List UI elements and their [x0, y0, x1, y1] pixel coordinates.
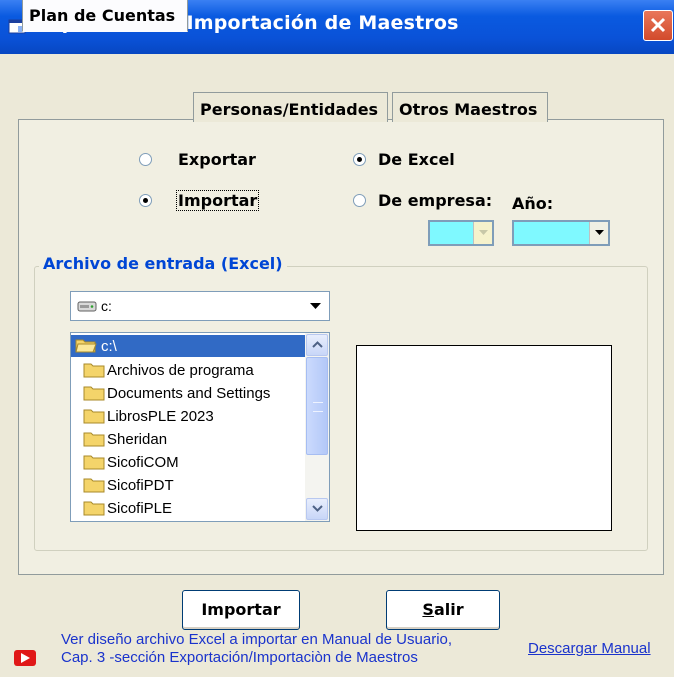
directory-item-root[interactable]: c:\ — [71, 335, 305, 357]
directory-name: LibrosPLE 2023 — [107, 408, 214, 425]
hard-drive-icon — [77, 299, 97, 318]
folder-icon — [83, 361, 105, 382]
salir-button[interactable]: Salir — [386, 590, 500, 630]
directory-item[interactable]: SicofiPLE — [71, 497, 305, 519]
importar-button[interactable]: Importar — [182, 590, 300, 630]
directory-name: Archivos de programa — [107, 362, 254, 379]
de-excel-label[interactable]: De Excel — [378, 150, 455, 169]
directory-name: Sheridan — [107, 431, 168, 448]
help-line-1: Ver diseño archivo Excel a importar en M… — [61, 631, 453, 648]
salir-label-rest: alir — [433, 600, 464, 619]
directory-scrollbar[interactable] — [305, 333, 329, 521]
tab-plan-de-cuentas[interactable]: Plan de Cuentas — [22, 0, 188, 32]
close-icon — [650, 17, 666, 33]
chevron-down-icon — [310, 303, 321, 309]
chevron-down-icon — [595, 230, 604, 235]
directory-item[interactable]: Documents and Settings — [71, 382, 305, 404]
scroll-grip — [313, 402, 323, 412]
drive-dropdown-button[interactable] — [305, 294, 327, 318]
exportar-label[interactable]: Exportar — [178, 150, 256, 169]
directory-item[interactable]: LibrosPLE 2023 — [71, 405, 305, 427]
tab-personas-entidades[interactable]: Personas/Entidades — [193, 92, 388, 122]
directory-list[interactable]: c:\ Archivos de programa Documents and S… — [70, 332, 330, 522]
file-list[interactable] — [356, 345, 612, 531]
directory-name: SicofiPLE — [107, 500, 173, 517]
scroll-up-button[interactable] — [306, 334, 328, 356]
manual-help-text[interactable]: Ver diseño archivo Excel a importar en M… — [61, 631, 452, 667]
directory-item[interactable]: SicofiPDT — [71, 474, 305, 496]
archivo-group-title: Archivo de entrada (Excel) — [39, 254, 287, 273]
download-manual-link[interactable]: Descargar Manual — [528, 640, 651, 657]
anio-label: Año: — [512, 194, 554, 213]
anio-combo-dropdown[interactable] — [589, 222, 608, 244]
help-line-2: Cap. 3 -sección Exportación/Importaciòn … — [61, 649, 418, 666]
chevron-down-icon — [479, 230, 488, 235]
drive-select[interactable]: c: — [70, 291, 330, 321]
folder-icon — [83, 453, 105, 474]
export-import-window: Exportación / Importación de Maestros Pl… — [0, 0, 674, 677]
open-folder-icon — [75, 337, 97, 358]
directory-name: SicofiPDT — [107, 477, 174, 494]
folder-icon — [83, 384, 105, 405]
chevron-down-icon — [312, 505, 323, 512]
anio-combo[interactable] — [512, 220, 610, 246]
empresa-combo-dropdown[interactable] — [473, 222, 492, 244]
salir-mnemonic: S — [422, 600, 434, 619]
drive-value: c: — [101, 298, 112, 314]
folder-icon — [83, 407, 105, 428]
importar-label[interactable]: Importar — [176, 190, 260, 211]
scroll-thumb[interactable] — [306, 357, 328, 455]
radio-selected-dot — [357, 157, 362, 162]
folder-icon — [83, 499, 105, 520]
exportar-radio[interactable] — [139, 153, 152, 166]
directory-item[interactable]: Sheridan — [71, 428, 305, 450]
radio-selected-dot — [143, 198, 148, 203]
directory-item[interactable]: Archivos de programa — [71, 359, 305, 381]
empresa-combo[interactable] — [428, 220, 494, 246]
close-button[interactable] — [643, 10, 673, 41]
directory-name: Documents and Settings — [107, 385, 271, 402]
tab-otros-maestros[interactable]: Otros Maestros — [392, 92, 548, 122]
folder-icon — [83, 430, 105, 451]
directory-name: SicofiCOM — [107, 454, 179, 471]
folder-icon — [83, 476, 105, 497]
de-excel-radio[interactable] — [353, 153, 366, 166]
scroll-down-button[interactable] — [306, 498, 328, 520]
directory-name: c:\ — [101, 338, 117, 355]
chevron-up-icon — [312, 341, 323, 348]
de-empresa-radio[interactable] — [353, 194, 366, 207]
de-empresa-label[interactable]: De empresa: — [378, 191, 492, 210]
directory-item[interactable]: SicofiCOM — [71, 451, 305, 473]
importar-radio[interactable] — [139, 194, 152, 207]
youtube-icon[interactable] — [14, 650, 36, 666]
importar-label-text: Importar — [176, 190, 260, 211]
